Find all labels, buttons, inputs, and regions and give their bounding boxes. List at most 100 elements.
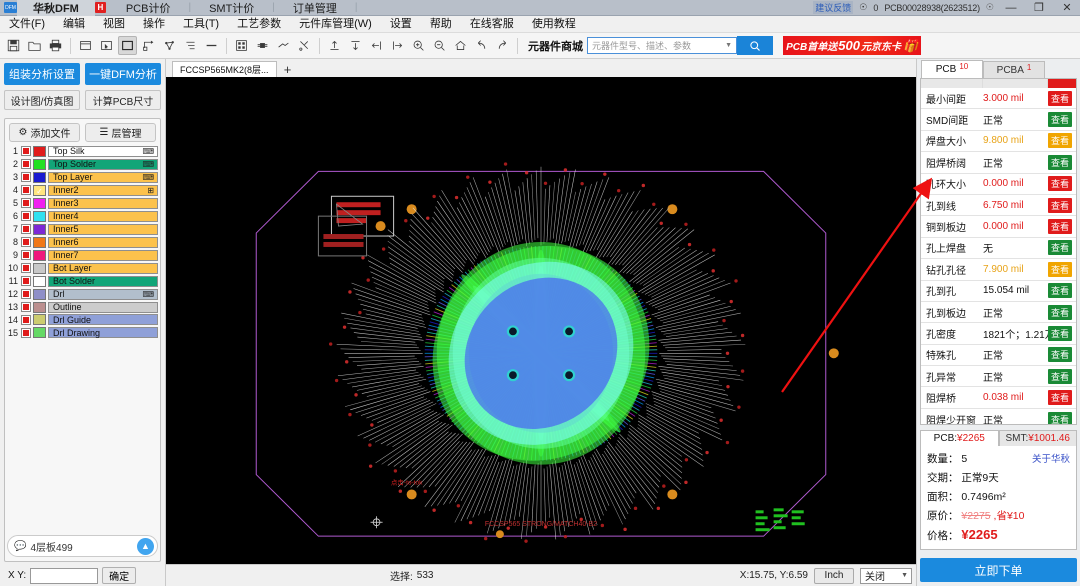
- layer-visibility-checkbox[interactable]: [21, 302, 31, 312]
- layer-visibility-checkbox[interactable]: [21, 289, 31, 299]
- zoom-out-icon[interactable]: [430, 36, 449, 55]
- layer-name[interactable]: Inner3: [48, 198, 158, 209]
- calc-pcb-size-button[interactable]: 计算PCB尺寸: [85, 90, 161, 110]
- layer-manager-button[interactable]: ☰ 层管理: [85, 123, 156, 142]
- dfm-view-button[interactable]: 查看: [1048, 112, 1072, 127]
- menu-tools[interactable]: 工具(T): [174, 16, 228, 33]
- layer-row[interactable]: 3Top Layer⌨: [7, 171, 158, 183]
- dfm-view-button[interactable]: 查看: [1048, 219, 1072, 234]
- menu-operation[interactable]: 操作: [134, 16, 174, 33]
- menu-online-support[interactable]: 在线客服: [461, 16, 523, 33]
- layer-visibility-checkbox[interactable]: [21, 198, 31, 208]
- mode-select[interactable]: 关闭 ▼: [860, 568, 912, 584]
- about-link[interactable]: 关于华秋: [1032, 451, 1070, 465]
- dfm-row[interactable]: 特殊孔正常查看: [921, 345, 1076, 366]
- menu-edit[interactable]: 编辑: [54, 16, 94, 33]
- place-order-button[interactable]: 立即下单: [920, 558, 1077, 582]
- layer-visibility-checkbox[interactable]: [21, 224, 31, 234]
- layer-visibility-checkbox[interactable]: [21, 211, 31, 221]
- grid-icon[interactable]: ⊞: [147, 186, 154, 195]
- bell-icon[interactable]: ☉: [859, 2, 867, 13]
- layer-color-swatch[interactable]: [33, 263, 46, 274]
- measure-icon[interactable]: [160, 36, 179, 55]
- layer-color-swatch[interactable]: [33, 314, 46, 325]
- layer-name[interactable]: Inner5: [48, 224, 158, 235]
- layer-name[interactable]: Bot Layer: [48, 263, 158, 274]
- layer-color-swatch[interactable]: [33, 159, 46, 170]
- xy-input[interactable]: [30, 568, 98, 584]
- dfm-view-button[interactable]: 查看: [1048, 198, 1072, 213]
- layer-row[interactable]: 7Inner5: [7, 223, 158, 235]
- zoom-in-icon[interactable]: [409, 36, 428, 55]
- dfm-view-button[interactable]: 查看: [1048, 326, 1072, 341]
- layer-name[interactable]: Top Silk⌨: [48, 146, 158, 157]
- menu-help[interactable]: 帮助: [421, 16, 461, 33]
- dfm-view-button[interactable]: 查看: [1048, 305, 1072, 320]
- layer-visibility-checkbox[interactable]: [21, 172, 31, 182]
- rect-select-icon[interactable]: [118, 36, 137, 55]
- menu-view[interactable]: 视图: [94, 16, 134, 33]
- save-icon[interactable]: [4, 36, 23, 55]
- layer-row[interactable]: 5Inner3: [7, 197, 158, 209]
- layer-name[interactable]: Inner4: [48, 211, 158, 222]
- layer-row[interactable]: 6Inner4: [7, 210, 158, 222]
- layer-row[interactable]: 15Drl Drawing: [7, 327, 158, 339]
- titlebar-tab-order-mgmt[interactable]: 订单管理: [277, 0, 353, 16]
- home-icon[interactable]: [451, 36, 470, 55]
- layer-color-swatch[interactable]: [33, 237, 46, 248]
- layer-row[interactable]: 1Top Silk⌨: [7, 145, 158, 157]
- tab-pcba[interactable]: PCBA 1: [983, 61, 1045, 78]
- layer-color-swatch[interactable]: [33, 211, 46, 222]
- pcb-canvas[interactable]: FCCSP565 STRONG/MATCH40-B2 点击-to-tok: [166, 77, 916, 564]
- dfm-row[interactable]: 最小间距3.000 mil查看: [921, 88, 1076, 109]
- component-icon[interactable]: [253, 36, 272, 55]
- titlebar-tab-dfm[interactable]: 华秋DFM: [17, 0, 95, 16]
- dfm-row[interactable]: 孔到线6.750 mil查看: [921, 195, 1076, 216]
- promo-banner[interactable]: PCB首单送 500 元京东卡 🎁: [783, 36, 921, 55]
- panel-icon[interactable]: [76, 36, 95, 55]
- search-input[interactable]: 元器件型号、描述、参数 ▼: [587, 37, 737, 54]
- dfm-analysis-button[interactable]: 一键DFM分析: [85, 63, 161, 85]
- dfm-row[interactable]: 钻孔孔径7.900 mil查看: [921, 259, 1076, 280]
- cut-icon[interactable]: [295, 36, 314, 55]
- align-left-icon[interactable]: [367, 36, 386, 55]
- layer-name[interactable]: Drl Drawing: [48, 327, 158, 338]
- layer-name[interactable]: Outline: [48, 302, 158, 313]
- layer-row[interactable]: 14Drl Guide: [7, 314, 158, 326]
- dfm-view-button[interactable]: 查看: [1048, 155, 1072, 170]
- dfm-view-button[interactable]: 查看: [1048, 240, 1072, 255]
- dfm-view-button[interactable]: 查看: [1048, 369, 1072, 384]
- layer-row[interactable]: 12Drl⌨: [7, 288, 158, 300]
- menu-tutorial[interactable]: 使用教程: [523, 16, 585, 33]
- dfm-row[interactable]: 阻焊桥0.038 mil查看: [921, 387, 1076, 408]
- assembly-settings-button[interactable]: 组装分析设置: [4, 63, 80, 85]
- layer-row[interactable]: 13Outline: [7, 301, 158, 313]
- dfm-row[interactable]: 孔上焊盘无查看: [921, 238, 1076, 259]
- dfm-row[interactable]: SMD间距正常查看: [921, 109, 1076, 130]
- menu-process-params[interactable]: 工艺参数: [228, 16, 290, 33]
- feedback-link[interactable]: 建议反馈: [813, 1, 853, 14]
- layer-visibility-checkbox[interactable]: [21, 146, 31, 156]
- layer-name[interactable]: Inner6: [48, 237, 158, 248]
- layer-row[interactable]: 8Inner6: [7, 236, 158, 248]
- pin-icon[interactable]: ⌨: [142, 160, 154, 169]
- redo-icon[interactable]: [493, 36, 512, 55]
- move-icon[interactable]: [139, 36, 158, 55]
- menu-settings[interactable]: 设置: [381, 16, 421, 33]
- layer-compare-icon[interactable]: [274, 36, 293, 55]
- stack-icon[interactable]: [181, 36, 200, 55]
- chevron-up-icon[interactable]: ▲: [137, 538, 154, 555]
- layer-color-swatch[interactable]: [33, 302, 46, 313]
- layer-visibility-checkbox[interactable]: [21, 315, 31, 325]
- dfm-row[interactable]: 孔环大小0.000 mil查看: [921, 174, 1076, 195]
- layer-name[interactable]: Inner2⊞: [48, 185, 158, 196]
- document-tab[interactable]: FCCSP565MK2(8层...: [172, 61, 277, 77]
- layer-visibility-checkbox[interactable]: [21, 263, 31, 273]
- dfm-view-button[interactable]: 查看: [1048, 283, 1072, 298]
- tab-pcb[interactable]: PCB 10: [921, 60, 983, 78]
- layer-row[interactable]: 11Bot Solder: [7, 275, 158, 287]
- dfm-row[interactable]: 孔异常正常查看: [921, 366, 1076, 387]
- close-button[interactable]: ✕: [1056, 0, 1078, 16]
- xy-confirm-button[interactable]: 确定: [102, 567, 136, 584]
- account-icon[interactable]: ☉: [986, 2, 994, 13]
